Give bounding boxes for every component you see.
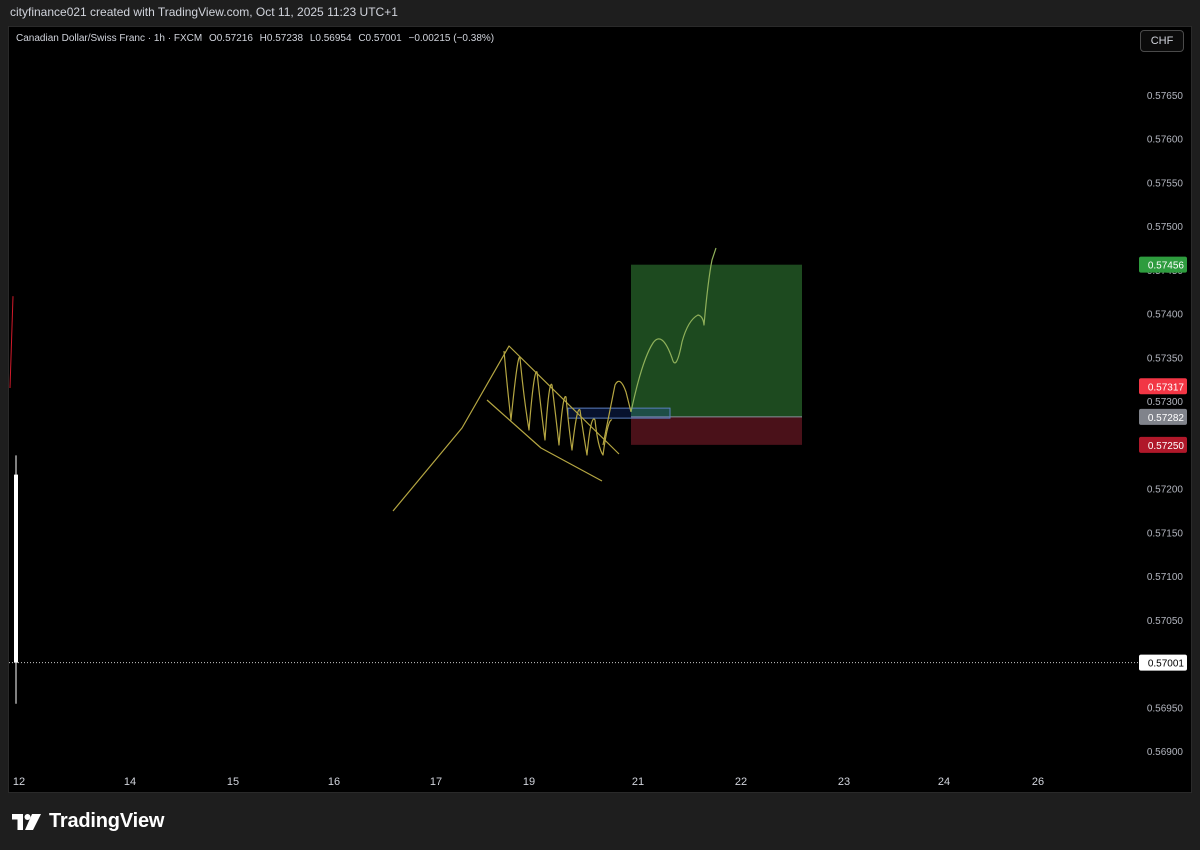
legend-low: L0.56954 bbox=[309, 33, 352, 44]
tradingview-logo: TradingView bbox=[12, 810, 164, 833]
price-label-text: 0.57282 bbox=[1148, 413, 1185, 424]
x-tick-label: 12 bbox=[13, 776, 25, 788]
candle-body[interactable] bbox=[14, 474, 18, 663]
x-tick-label: 22 bbox=[735, 776, 747, 788]
y-tick-label: 0.56900 bbox=[1147, 747, 1184, 758]
target-zone[interactable] bbox=[631, 264, 802, 417]
price-chart[interactable]: 0.576500.576000.575500.575000.574500.574… bbox=[0, 0, 1200, 850]
y-tick-label: 0.56950 bbox=[1147, 703, 1184, 714]
legend-symbol: Canadian Dollar/Swiss Franc · 1h · FXCM bbox=[16, 33, 203, 44]
x-tick-label: 16 bbox=[328, 776, 340, 788]
price-label-text: 0.57001 bbox=[1148, 659, 1185, 670]
y-tick-label: 0.57500 bbox=[1147, 222, 1184, 233]
x-tick-label: 26 bbox=[1032, 776, 1044, 788]
x-tick-label: 24 bbox=[938, 776, 950, 788]
y-tick-label: 0.57400 bbox=[1147, 310, 1184, 321]
price-label-text: 0.57250 bbox=[1148, 441, 1185, 452]
y-tick-label: 0.57550 bbox=[1147, 178, 1184, 189]
currency-button[interactable]: CHF bbox=[1140, 30, 1184, 52]
y-tick-label: 0.57650 bbox=[1147, 91, 1184, 102]
y-tick-label: 0.57050 bbox=[1147, 616, 1184, 627]
pattern-zigzag bbox=[503, 350, 613, 456]
x-tick-label: 17 bbox=[430, 776, 442, 788]
x-tick-label: 21 bbox=[632, 776, 644, 788]
price-label-text: 0.57456 bbox=[1148, 261, 1185, 272]
price-label-text: 0.57317 bbox=[1148, 382, 1185, 393]
y-tick-label: 0.57100 bbox=[1147, 572, 1184, 583]
x-tick-label: 15 bbox=[227, 776, 239, 788]
x-tick-label: 14 bbox=[124, 776, 136, 788]
prior-candle-wick bbox=[9, 296, 14, 389]
x-tick-label: 19 bbox=[523, 776, 535, 788]
tradingview-logo-text: TradingView bbox=[49, 810, 165, 832]
legend-close: C0.57001 bbox=[358, 33, 402, 44]
y-tick-label: 0.57150 bbox=[1147, 528, 1184, 539]
tradingview-logo-icon bbox=[12, 813, 41, 830]
entry-box[interactable] bbox=[567, 407, 671, 419]
y-tick-label: 0.57200 bbox=[1147, 485, 1184, 496]
legend-high: H0.57238 bbox=[259, 33, 304, 44]
y-tick-label: 0.57300 bbox=[1147, 397, 1184, 408]
x-tick-label: 23 bbox=[838, 776, 850, 788]
symbol-legend: Canadian Dollar/Swiss Franc · 1h · FXCM … bbox=[16, 33, 498, 44]
y-tick-label: 0.57350 bbox=[1147, 353, 1184, 364]
legend-open: O0.57216 bbox=[208, 33, 253, 44]
legend-change: −0.00215 (−0.38%) bbox=[408, 33, 495, 44]
stop-zone[interactable] bbox=[631, 416, 802, 445]
y-tick-label: 0.57600 bbox=[1147, 135, 1184, 146]
